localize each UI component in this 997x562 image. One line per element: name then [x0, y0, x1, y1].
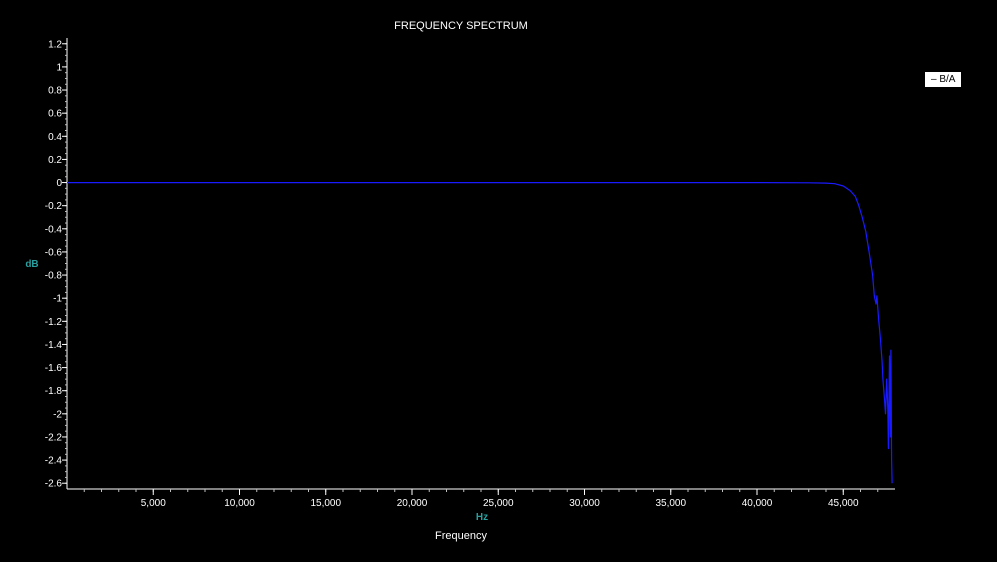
y-tick-label: 0.2 [48, 155, 62, 166]
chart-title: FREQUENCY SPECTRUM [394, 20, 528, 32]
legend: – B/A [925, 72, 962, 87]
axes [66, 38, 895, 490]
x-tick-label: 10,000 [224, 498, 255, 509]
x-tick-label: 20,000 [397, 498, 428, 509]
y-tick-label: -2.4 [45, 456, 63, 467]
y-tick-label: -1.4 [45, 340, 63, 351]
x-tick-label: 30,000 [569, 498, 600, 509]
series-layer [67, 182, 893, 484]
y-tick-label: 0.8 [48, 86, 62, 97]
x-tick-label: 15,000 [310, 498, 341, 509]
series-line-b-a [67, 182, 893, 484]
y-tick-label: 0.6 [48, 109, 62, 120]
y-tick-label: -1.8 [45, 386, 63, 397]
y-tick-label: -2.6 [45, 479, 63, 490]
x-tick-label: 5,000 [141, 498, 166, 509]
x-axis-title: Frequency [435, 530, 487, 542]
x-tick-label: 45,000 [828, 498, 859, 509]
y-tick-label: 1.2 [48, 39, 62, 50]
x-tick-label: 25,000 [483, 498, 514, 509]
y-axis-unit-label: dB [25, 259, 38, 270]
y-tick-label: -0.2 [45, 201, 63, 212]
y-tick-label: 0 [56, 178, 62, 189]
x-axis-unit-label: Hz [476, 512, 488, 523]
x-tick-label: 40,000 [742, 498, 773, 509]
y-tick-label: 0.4 [48, 132, 62, 143]
legend-entry-b-a: – B/A [931, 74, 956, 85]
x-tick-label: 35,000 [655, 498, 686, 509]
y-tick-label: -2 [53, 409, 62, 420]
y-tick-label: -1 [53, 294, 62, 305]
y-tick-label: 1 [56, 62, 62, 73]
y-tick-label: -0.8 [45, 271, 63, 282]
frequency-spectrum-chart: FREQUENCY SPECTRUM dB Hz Frequency 1.210… [25, 20, 895, 542]
ticks: 1.2 1 0.8 0.6 0.4 0.2 0 -0.2 -0.4 -0.6 -0.8 -1 -1.2 -… [45, 39, 879, 509]
y-tick-label: -1.2 [45, 317, 63, 328]
y-tick-label: -1.6 [45, 363, 63, 374]
y-tick-label: -0.6 [45, 247, 63, 258]
y-tick-label: -0.4 [45, 224, 63, 235]
y-tick-label: -2.2 [45, 432, 63, 443]
